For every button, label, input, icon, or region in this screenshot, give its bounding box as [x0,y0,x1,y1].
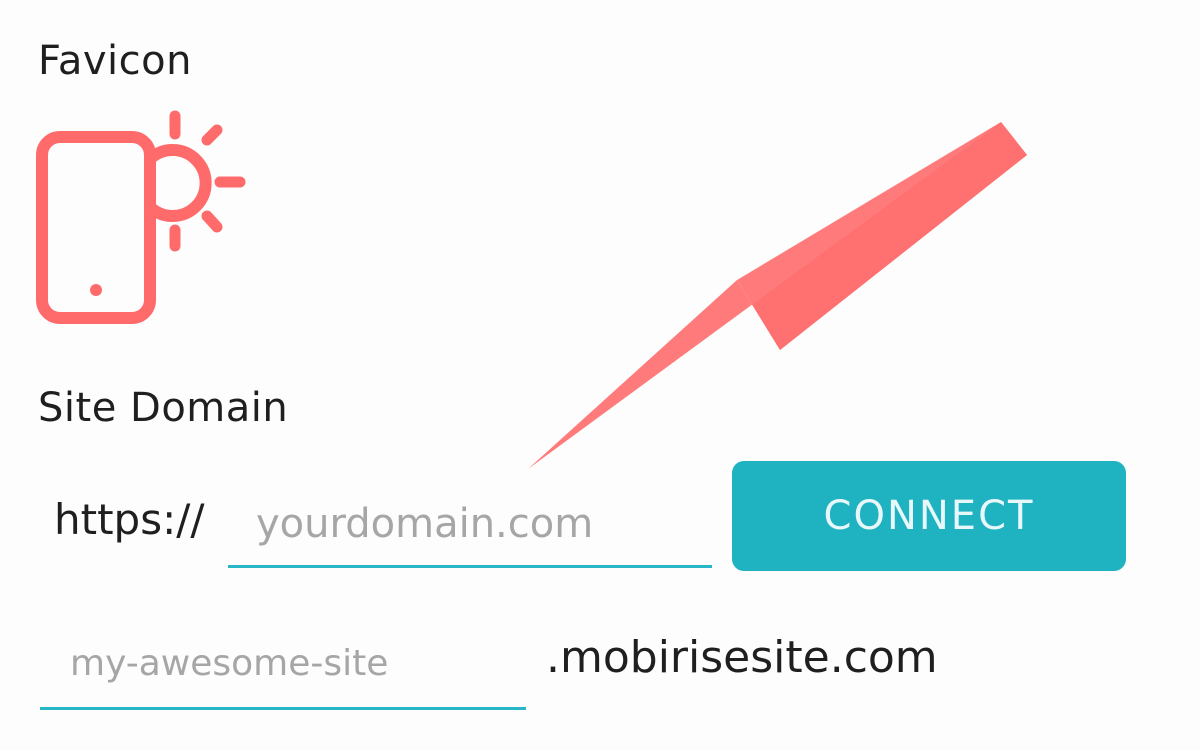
protocol-prefix: https:// [54,495,205,544]
favicon-preview[interactable] [34,108,254,332]
domain-suffix: .mobirisesite.com [546,632,938,683]
favicon-label: Favicon [38,38,192,84]
subdomain-input[interactable] [40,620,526,710]
site-domain-label: Site Domain [38,385,289,431]
mobile-light-icon [36,110,246,324]
domain-input[interactable] [228,482,712,568]
connect-button[interactable]: CONNECT [732,461,1126,571]
